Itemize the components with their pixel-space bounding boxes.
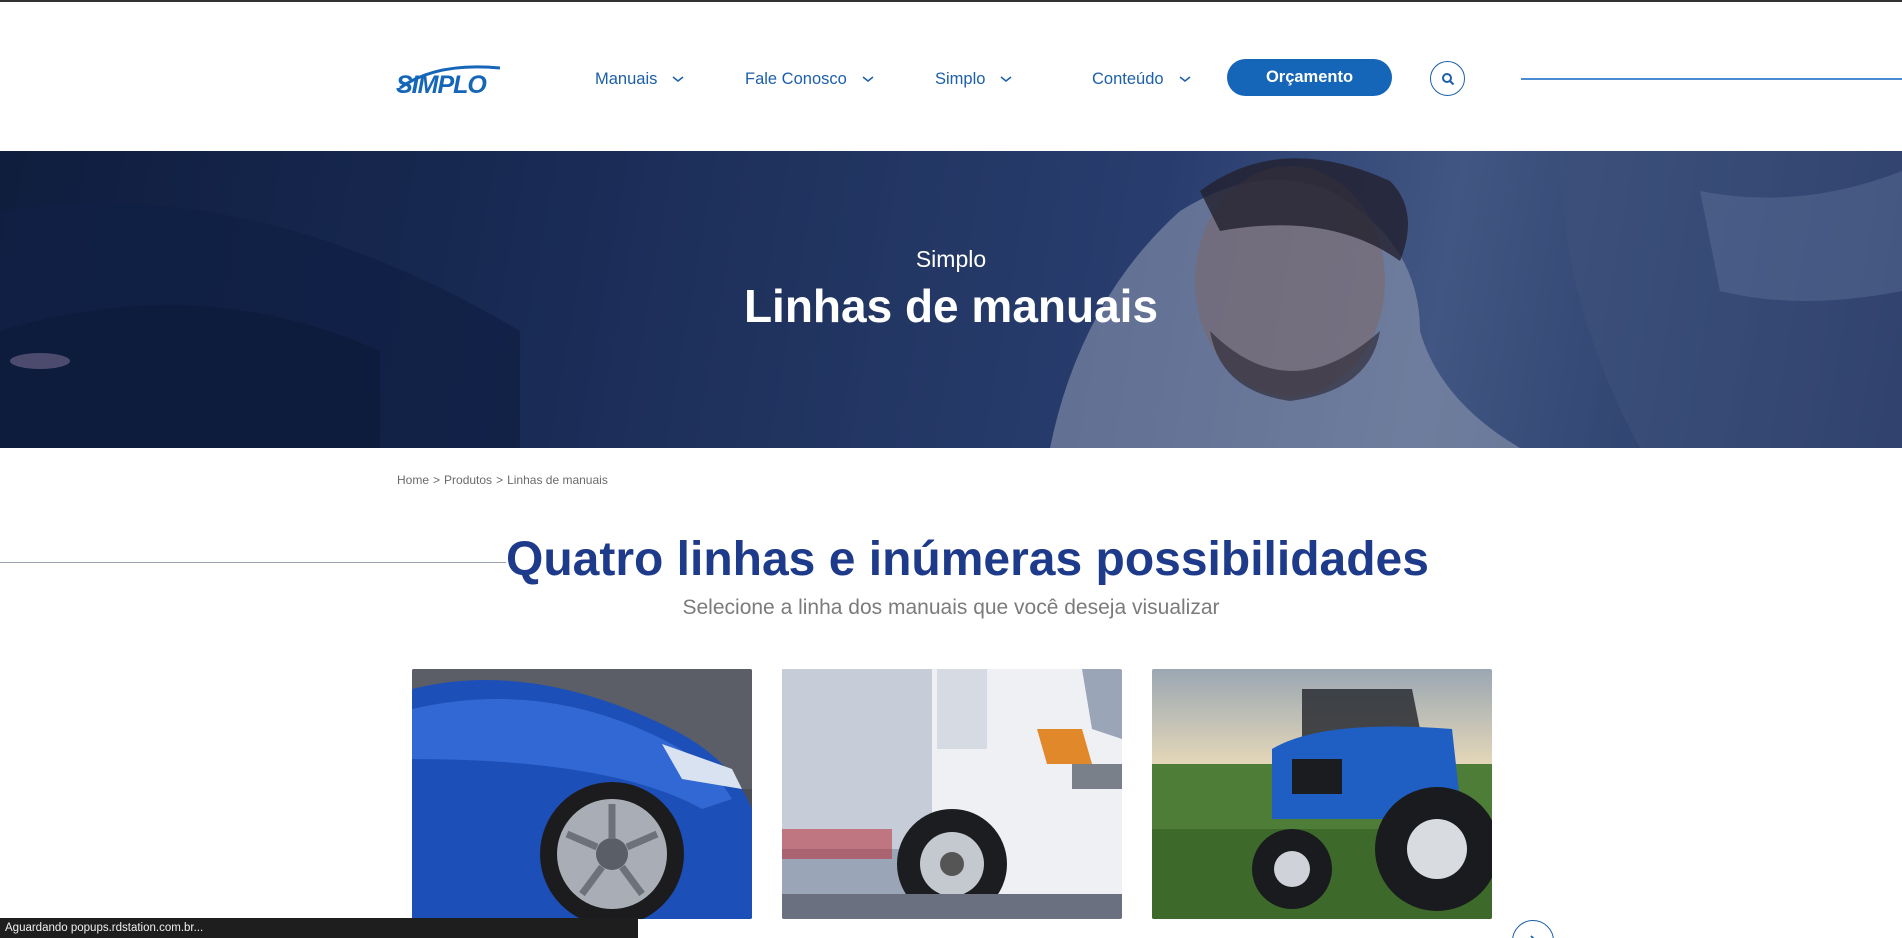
breadcrumb-separator: > [496, 473, 504, 487]
breadcrumb-home[interactable]: Home [397, 473, 429, 487]
breadcrumb-separator: > [433, 473, 441, 487]
browser-status-bar: Aguardando popups.rdstation.com.br... [0, 918, 638, 938]
nav-fale-conosco[interactable]: Fale Conosco [745, 66, 875, 92]
card-trator[interactable] [1152, 669, 1492, 919]
simplo-logo[interactable]: SIMPLO [396, 58, 506, 99]
orcamento-button[interactable]: Orçamento [1227, 59, 1392, 96]
site-header: SIMPLO Manuais Fale Conosco Simplo Conte… [0, 2, 1902, 151]
carousel-next-button[interactable] [1512, 920, 1554, 938]
breadcrumb-produtos[interactable]: Produtos [444, 473, 492, 487]
chevron-down-icon [1000, 76, 1012, 82]
nav-simplo-label: Simplo [935, 69, 986, 88]
card-carro[interactable] [412, 669, 752, 919]
breadcrumb: Home > Produtos > Linhas de manuais [397, 473, 608, 487]
section-title: Quatro linhas e inúmeras possibilidades [506, 533, 1429, 586]
hero-subtitle: Simplo [915, 246, 987, 272]
nav-simplo[interactable]: Simplo [935, 66, 1013, 92]
blue-tractor-image [1152, 669, 1492, 919]
nav-fale-conosco-label: Fale Conosco [745, 69, 847, 88]
search-icon [1441, 72, 1454, 85]
breadcrumb-current: Linhas de manuais [507, 473, 608, 487]
chevron-down-icon [1179, 76, 1191, 82]
nav-manuais[interactable]: Manuais [595, 66, 685, 92]
hero-banner: Simplo Linhas de manuais [0, 151, 1902, 448]
chevron-down-icon [672, 76, 684, 82]
logo-wordmark: SIMPLO [396, 71, 487, 98]
nav-manuais-label: Manuais [595, 69, 658, 88]
search-button[interactable] [1430, 61, 1465, 96]
chevron-down-icon [862, 76, 874, 82]
card-caminhao[interactable] [782, 669, 1122, 919]
nav-conteudo[interactable]: Conteúdo [1092, 66, 1192, 92]
chevron-right-icon [1530, 935, 1535, 938]
section-divider-line [0, 562, 506, 563]
section-subtitle: Selecione a linha dos manuais que você d… [682, 596, 1220, 619]
nav-conteudo-label: Conteúdo [1092, 69, 1164, 88]
header-divider-line [1521, 78, 1902, 80]
hero-title: Linhas de manuais [743, 280, 1159, 332]
white-truck-image [782, 669, 1122, 919]
blue-car-image [412, 669, 752, 919]
